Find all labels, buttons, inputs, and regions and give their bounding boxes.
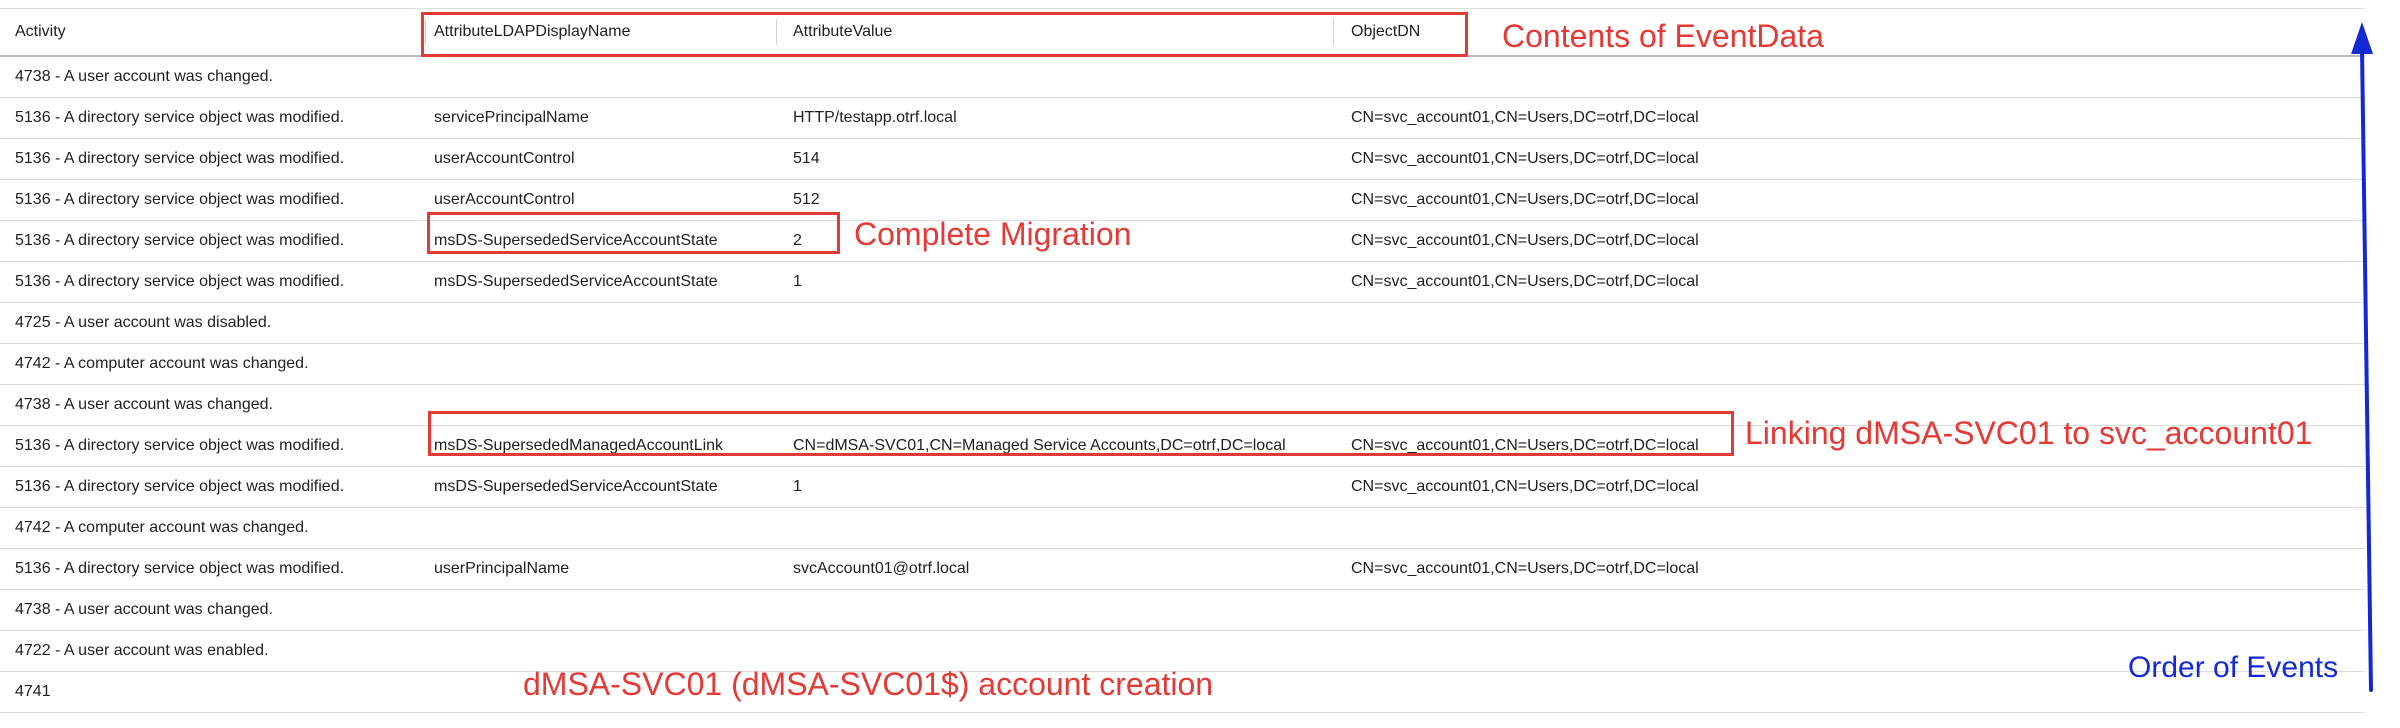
- activity-cell: 5136 - A directory service object was mo…: [15, 150, 345, 167]
- activity-cell: 5136 - A directory service object was mo…: [15, 232, 345, 249]
- attribute-value-cell: 512: [793, 191, 820, 208]
- attribute-value-cell: 514: [793, 150, 820, 167]
- activity-cell: 5136 - A directory service object was mo…: [15, 191, 345, 208]
- attribute-ldap-cell: [434, 303, 774, 343]
- event-table: Activity AttributeLDAPDisplayName Attrib…: [0, 8, 2365, 713]
- attribute-ldap-cell: msDS-SupersededManagedAccountLink: [434, 437, 724, 454]
- contents-of-eventdata-label: Contents of EventData: [1502, 18, 1824, 54]
- activity-cell: 4722 - A user account was enabled.: [15, 642, 269, 659]
- header-divider[interactable]: [425, 19, 426, 45]
- linking-label: Linking dMSA-SVC01 to svc_account01: [1745, 415, 2313, 451]
- table-row[interactable]: 5136 - A directory service object was mo…: [0, 139, 2365, 180]
- table-row[interactable]: 4742 - A computer account was changed.: [0, 508, 2365, 549]
- table-row[interactable]: 5136 - A directory service object was mo…: [0, 221, 2365, 262]
- object-dn-cell: [1351, 303, 1871, 343]
- activity-cell: 4742 - A computer account was changed.: [15, 519, 309, 536]
- attribute-ldap-cell: msDS-SupersededServiceAccountState: [434, 273, 718, 290]
- attribute-ldap-cell: [434, 508, 774, 548]
- activity-cell: 4741: [15, 683, 51, 700]
- activity-cell: 5136 - A directory service object was mo…: [15, 560, 345, 577]
- object-dn-cell: [1351, 344, 1871, 384]
- complete-migration-label: Complete Migration: [854, 216, 1132, 252]
- header-divider[interactable]: [776, 19, 777, 45]
- table-row[interactable]: 5136 - A directory service object was mo…: [0, 98, 2365, 139]
- object-dn-cell: CN=svc_account01,CN=Users,DC=otrf,DC=loc…: [1351, 232, 1699, 249]
- object-dn-cell: [1351, 590, 1871, 630]
- table-row[interactable]: 5136 - A directory service object was mo…: [0, 262, 2365, 303]
- header-divider[interactable]: [1333, 19, 1334, 45]
- object-dn-cell: [1351, 672, 1871, 712]
- attribute-value-cell: HTTP/testapp.otrf.local: [793, 109, 957, 126]
- attribute-ldap-cell: [434, 631, 774, 671]
- attribute-ldap-cell: [434, 590, 774, 630]
- activity-cell: 5136 - A directory service object was mo…: [15, 478, 345, 495]
- table-row[interactable]: 4725 - A user account was disabled.: [0, 303, 2365, 344]
- object-dn-cell: CN=svc_account01,CN=Users,DC=otrf,DC=loc…: [1351, 150, 1699, 167]
- column-header-attribute-ldap-display-name[interactable]: AttributeLDAPDisplayName: [434, 9, 774, 55]
- activity-cell: 4738 - A user account was changed.: [15, 68, 273, 85]
- account-creation-label: dMSA-SVC01 (dMSA-SVC01$) account creatio…: [523, 666, 1214, 702]
- attribute-value-cell: [793, 344, 1333, 384]
- attribute-ldap-cell: [434, 385, 774, 425]
- activity-cell: 5136 - A directory service object was mo…: [15, 273, 345, 290]
- object-dn-cell: [1351, 508, 1871, 548]
- table-row[interactable]: 4742 - A computer account was changed.: [0, 344, 2365, 385]
- table-row[interactable]: 5136 - A directory service object was mo…: [0, 549, 2365, 590]
- object-dn-cell: CN=svc_account01,CN=Users,DC=otrf,DC=loc…: [1351, 191, 1699, 208]
- object-dn-cell: CN=svc_account01,CN=Users,DC=otrf,DC=loc…: [1351, 560, 1699, 577]
- attribute-value-cell: [793, 303, 1333, 343]
- activity-cell: 4725 - A user account was disabled.: [15, 314, 272, 331]
- attribute-value-cell: [793, 631, 1333, 671]
- column-header-attribute-value[interactable]: AttributeValue: [793, 9, 1333, 55]
- object-dn-cell: CN=svc_account01,CN=Users,DC=otrf,DC=loc…: [1351, 273, 1699, 290]
- attribute-ldap-cell: userPrincipalName: [434, 560, 570, 577]
- attribute-value-cell: [793, 385, 1333, 425]
- table-row[interactable]: 5136 - A directory service object was mo…: [0, 467, 2365, 508]
- attribute-value-cell: [793, 590, 1333, 630]
- attribute-value-cell: 1: [793, 478, 802, 495]
- object-dn-cell: [1351, 631, 1871, 671]
- attribute-ldap-cell: msDS-SupersededServiceAccountState: [434, 232, 718, 249]
- column-header-activity[interactable]: Activity: [15, 9, 425, 55]
- attribute-ldap-cell: userAccountControl: [434, 191, 575, 208]
- attribute-ldap-cell: servicePrincipalName: [434, 109, 589, 126]
- table-row[interactable]: 4738 - A user account was changed.: [0, 57, 2365, 98]
- object-dn-cell: CN=svc_account01,CN=Users,DC=otrf,DC=loc…: [1351, 478, 1699, 495]
- table-row[interactable]: 4738 - A user account was changed.: [0, 590, 2365, 631]
- attribute-ldap-cell: userAccountControl: [434, 150, 575, 167]
- attribute-value-cell: [793, 57, 1333, 97]
- object-dn-cell: CN=svc_account01,CN=Users,DC=otrf,DC=loc…: [1351, 109, 1699, 126]
- attribute-value-cell: [793, 508, 1333, 548]
- attribute-ldap-cell: [434, 344, 774, 384]
- attribute-value-cell: CN=dMSA-SVC01,CN=Managed Service Account…: [793, 437, 1286, 454]
- object-dn-cell: [1351, 57, 1871, 97]
- attribute-ldap-cell: [434, 57, 774, 97]
- table-header: Activity AttributeLDAPDisplayName Attrib…: [0, 8, 2365, 57]
- order-of-events-label: Order of Events: [2128, 651, 2339, 684]
- attribute-ldap-cell: msDS-SupersededServiceAccountState: [434, 478, 718, 495]
- activity-cell: 4738 - A user account was changed.: [15, 396, 273, 413]
- activity-cell: 4738 - A user account was changed.: [15, 601, 273, 618]
- activity-cell: 5136 - A directory service object was mo…: [15, 109, 345, 126]
- attribute-value-cell: svcAccount01@otrf.local: [793, 560, 970, 577]
- activity-cell: 5136 - A directory service object was mo…: [15, 437, 345, 454]
- attribute-value-cell: 1: [793, 273, 802, 290]
- activity-cell: 4742 - A computer account was changed.: [15, 355, 309, 372]
- table-row[interactable]: 5136 - A directory service object was mo…: [0, 180, 2365, 221]
